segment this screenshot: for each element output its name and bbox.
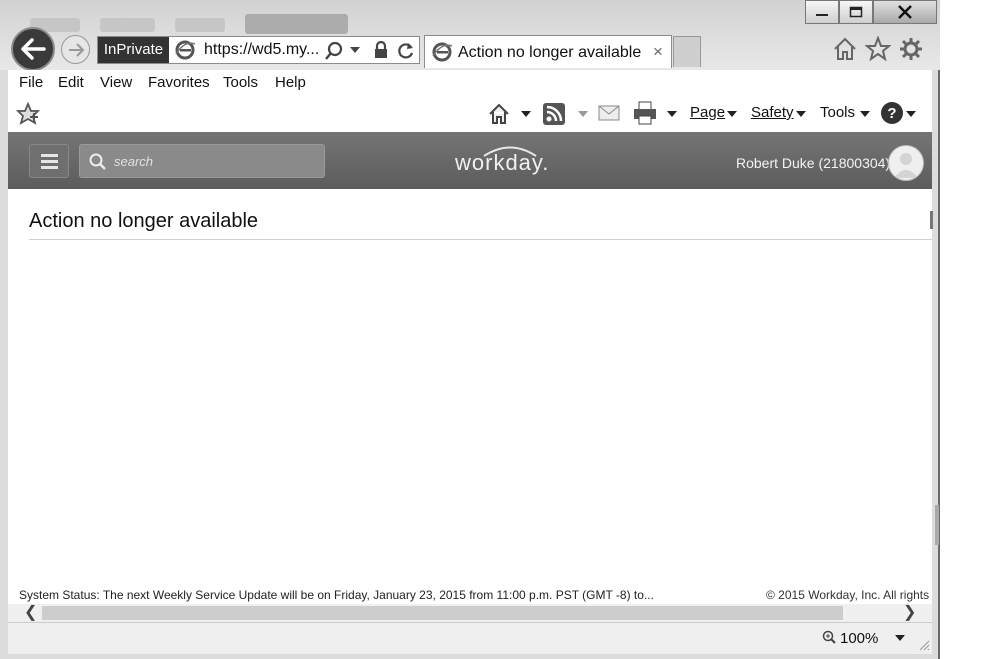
search-input[interactable]: search (79, 144, 325, 178)
title-bar: InPrivate https://wd5.my... Action no lo… (0, 0, 940, 71)
home-icon[interactable] (488, 103, 510, 125)
rss-feed-icon[interactable] (543, 103, 565, 125)
system-status-text[interactable]: System Status: The next Weekly Service U… (19, 588, 654, 602)
ie-logo-icon (432, 42, 453, 62)
menu-icon-line (41, 166, 58, 169)
window-controls (805, 0, 937, 24)
tools-menu[interactable]: Tools (820, 104, 855, 121)
chevron-down-icon[interactable] (796, 111, 806, 117)
add-favorites-star-icon[interactable] (16, 102, 40, 126)
arrow-right-icon (68, 42, 84, 57)
scrollbar-thumb[interactable] (42, 606, 843, 620)
blurred-background-text (100, 18, 155, 32)
new-tab-button[interactable] (673, 36, 701, 67)
gear-icon[interactable] (898, 36, 924, 62)
scroll-left-arrow-icon[interactable]: ❮ (24, 604, 37, 622)
menu-favorites[interactable]: Favorites (148, 74, 210, 91)
scroll-right-arrow-icon[interactable]: ❯ (903, 604, 916, 622)
chevron-down-icon[interactable] (860, 111, 870, 117)
menu-file[interactable]: File (19, 74, 43, 91)
inprivate-badge: InPrivate (98, 37, 169, 63)
read-mail-icon[interactable] (598, 105, 620, 121)
browser-status-bar: 100% (8, 622, 932, 654)
help-icon[interactable]: ? (880, 101, 904, 125)
tab-action-no-longer-available[interactable]: Action no longer available × (424, 35, 672, 68)
favorites-star-icon[interactable] (865, 36, 891, 62)
chevron-down-icon[interactable] (895, 635, 905, 641)
tab-title: Action no longer available (458, 44, 642, 61)
chevron-down-icon[interactable] (727, 111, 737, 117)
svg-text:?: ? (887, 105, 896, 122)
window-edge-shadow (935, 505, 939, 545)
page-menu[interactable]: Page (690, 104, 725, 121)
menu-help[interactable]: Help (275, 74, 306, 91)
browser-window: InPrivate https://wd5.my... Action no lo… (0, 0, 940, 659)
horizontal-scrollbar[interactable]: ❮ ❯ (8, 604, 932, 622)
blurred-background-text (175, 18, 225, 32)
menu-edit[interactable]: Edit (58, 74, 84, 91)
refresh-icon[interactable] (396, 41, 416, 61)
search-placeholder: search (114, 154, 154, 169)
workday-logo-arc (483, 146, 537, 157)
system-status-bar: System Status: The next Weekly Service U… (8, 582, 932, 604)
chevron-down-icon[interactable] (667, 111, 677, 117)
close-window-button[interactable] (873, 0, 937, 24)
zoom-icon (822, 630, 836, 644)
avatar[interactable] (888, 145, 924, 181)
menu-icon (41, 154, 58, 157)
maximize-icon (849, 6, 863, 18)
chevron-down-icon[interactable] (521, 111, 531, 117)
address-bar[interactable]: InPrivate https://wd5.my... (97, 36, 420, 64)
workday-header: search workday. Robert Duke (21800304) (8, 132, 932, 189)
zoom-level[interactable]: 100% (840, 630, 878, 647)
page-title: Action no longer available (29, 210, 259, 232)
scroll-edge-marker (930, 211, 933, 229)
menu-tools[interactable]: Tools (223, 74, 258, 91)
arrow-left-icon (21, 38, 46, 60)
forward-button[interactable] (61, 35, 90, 64)
minimize-icon (816, 14, 828, 16)
resize-grip-icon[interactable] (918, 639, 930, 651)
lock-icon[interactable] (373, 40, 389, 60)
menu-icon-line (41, 160, 58, 163)
home-icon[interactable] (832, 36, 858, 62)
chevron-down-icon[interactable] (906, 111, 916, 117)
chevron-down-icon[interactable] (350, 47, 360, 53)
close-icon (898, 5, 912, 19)
search-icon[interactable] (324, 41, 344, 61)
safety-menu[interactable]: Safety (751, 104, 794, 121)
copyright-text: © 2015 Workday, Inc. All rights (766, 588, 930, 602)
page-content: Action no longer available (8, 189, 933, 582)
menu-view[interactable]: View (100, 74, 132, 91)
print-icon[interactable] (632, 101, 658, 125)
search-icon (89, 153, 106, 170)
user-silhouette-icon (894, 153, 918, 178)
hamburger-menu-button[interactable] (29, 144, 69, 178)
ie-logo-icon (175, 40, 196, 60)
maximize-button[interactable] (839, 0, 873, 24)
minimize-button[interactable] (805, 0, 839, 24)
blurred-background-button (245, 14, 348, 34)
back-button[interactable] (11, 27, 55, 71)
command-bar: Page Safety Tools ? (8, 96, 932, 132)
tab-close-button[interactable]: × (653, 36, 663, 68)
menu-bar: File Edit View Favorites Tools Help (8, 70, 932, 96)
chevron-down-icon[interactable] (578, 111, 588, 117)
title-divider (29, 239, 932, 240)
address-url[interactable]: https://wd5.my... (204, 37, 319, 63)
user-name[interactable]: Robert Duke (21800304) (736, 155, 890, 171)
